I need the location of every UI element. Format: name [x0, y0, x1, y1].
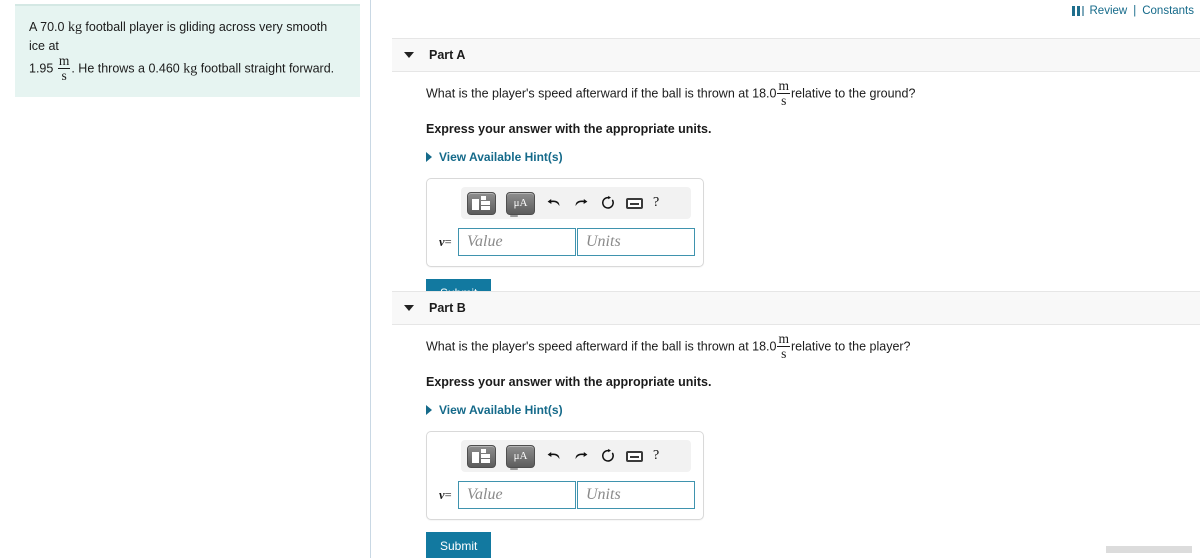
problem-card: A 70.0 kg football player is gliding acr… — [15, 4, 360, 97]
template-icon — [472, 195, 491, 211]
equals-symbol: = — [444, 487, 452, 502]
chevron-right-icon[interactable] — [426, 405, 432, 415]
part-b-question: What is the player's speed afterward if … — [426, 332, 1200, 361]
part-a-question: What is the player's speed afterward if … — [426, 79, 1200, 108]
part-a-variable-label: v= — [435, 235, 458, 250]
part-a-body: What is the player's speed afterward if … — [392, 79, 1200, 308]
part-a-field-row: v= — [435, 228, 695, 256]
part-a-hint-label[interactable]: View Available Hint(s) — [439, 150, 563, 164]
fraction-denominator: s — [57, 67, 71, 83]
reset-icon[interactable] — [599, 448, 616, 465]
part-a-answer-box: μA ? v= Value Units — [426, 178, 704, 267]
keyboard-icon[interactable] — [626, 195, 643, 212]
problem-line2-b: . He throws a 0.460 — [71, 61, 180, 76]
book-icon — [1071, 6, 1085, 16]
problem-text: A 70.0 kg football player is gliding acr… — [29, 18, 346, 83]
problem-statement-pane: A 70.0 kg football player is gliding acr… — [0, 0, 371, 558]
problem-page: A 70.0 kg football player is gliding acr… — [0, 0, 1200, 558]
fraction-numerator: m — [58, 53, 70, 68]
part-b-submit-button[interactable]: Submit — [426, 532, 492, 558]
part-b-hint-toggle[interactable]: View Available Hint(s) — [426, 403, 1200, 417]
button-tail — [510, 214, 518, 217]
part-a-header[interactable]: Part A — [392, 38, 1200, 72]
part-b-title: Part B — [429, 301, 466, 315]
answer-pane: Review | Constants Part A What is the pl… — [372, 0, 1200, 558]
fraction-numerator: m — [778, 331, 789, 346]
template-button[interactable] — [467, 191, 496, 215]
part-b-instruction: Express your answer with the appropriate… — [426, 375, 712, 389]
topbar-separator: | — [1133, 5, 1137, 17]
fraction-denominator: s — [777, 92, 790, 108]
problem-line1-unit: kg — [67, 20, 82, 35]
undo-icon[interactable] — [545, 448, 562, 465]
fraction-numerator: m — [778, 78, 789, 93]
part-b-header[interactable]: Part B — [392, 291, 1200, 325]
part-a-title: Part A — [429, 48, 466, 62]
chevron-down-icon[interactable] — [404, 305, 414, 311]
units-button[interactable]: μA — [506, 444, 535, 470]
topbar: Review | Constants — [1071, 0, 1194, 22]
keyboard-icon[interactable] — [626, 448, 643, 465]
part-b-hint-label[interactable]: View Available Hint(s) — [439, 403, 563, 417]
part-b-variable-label: v= — [435, 488, 458, 503]
part-a-units-input[interactable] — [577, 228, 695, 256]
part-b-unit-fraction: ms — [777, 332, 790, 360]
button-tail — [510, 467, 518, 470]
part-a-toolbar: μA ? — [461, 187, 691, 219]
problem-line2-a: 1.95 — [29, 61, 54, 76]
problem-line1-a: A 70.0 — [29, 20, 65, 34]
part-b-question-pre: What is the player's speed afterward if … — [426, 339, 777, 354]
part-a-question-post: relative to the ground? — [791, 86, 916, 101]
problem-line2-c: football straight forward. — [200, 61, 335, 76]
template-button[interactable] — [467, 444, 496, 468]
problem-line2-unit-fraction: ms — [57, 53, 71, 83]
part-b-answer-box: μA ? v= Value Units — [426, 431, 704, 520]
part-b-field-row: v= — [435, 481, 695, 509]
part-a-value-input[interactable] — [458, 228, 576, 256]
help-icon[interactable]: ? — [653, 449, 659, 463]
part-b-toolbar: μA ? — [461, 440, 691, 472]
problem-line2-unit2: kg — [183, 61, 198, 77]
part-b-units-input[interactable] — [577, 481, 695, 509]
micro-amp-icon: μA — [513, 449, 528, 462]
template-icon — [472, 448, 491, 464]
micro-amp-icon: μA — [513, 196, 528, 209]
redo-icon[interactable] — [572, 195, 589, 212]
chevron-down-icon[interactable] — [404, 52, 414, 58]
review-link[interactable]: Review — [1090, 5, 1128, 17]
part-b-question-post: relative to the player? — [791, 339, 911, 354]
fraction-denominator: s — [777, 345, 790, 361]
redo-icon[interactable] — [572, 448, 589, 465]
undo-icon[interactable] — [545, 195, 562, 212]
equals-symbol: = — [444, 234, 452, 249]
constants-link[interactable]: Constants — [1142, 5, 1194, 17]
chevron-right-icon[interactable] — [426, 152, 432, 162]
part-a-question-pre: What is the player's speed afterward if … — [426, 86, 777, 101]
units-button[interactable]: μA — [506, 191, 535, 217]
horizontal-scrollbar[interactable] — [1106, 546, 1192, 553]
part-a-hint-toggle[interactable]: View Available Hint(s) — [426, 150, 1200, 164]
part-b-value-input[interactable] — [458, 481, 576, 509]
part-a-instruction: Express your answer with the appropriate… — [426, 122, 712, 136]
help-icon[interactable]: ? — [653, 196, 659, 210]
reset-icon[interactable] — [599, 195, 616, 212]
part-b-body: What is the player's speed afterward if … — [392, 332, 1200, 558]
part-a-unit-fraction: ms — [777, 79, 790, 107]
